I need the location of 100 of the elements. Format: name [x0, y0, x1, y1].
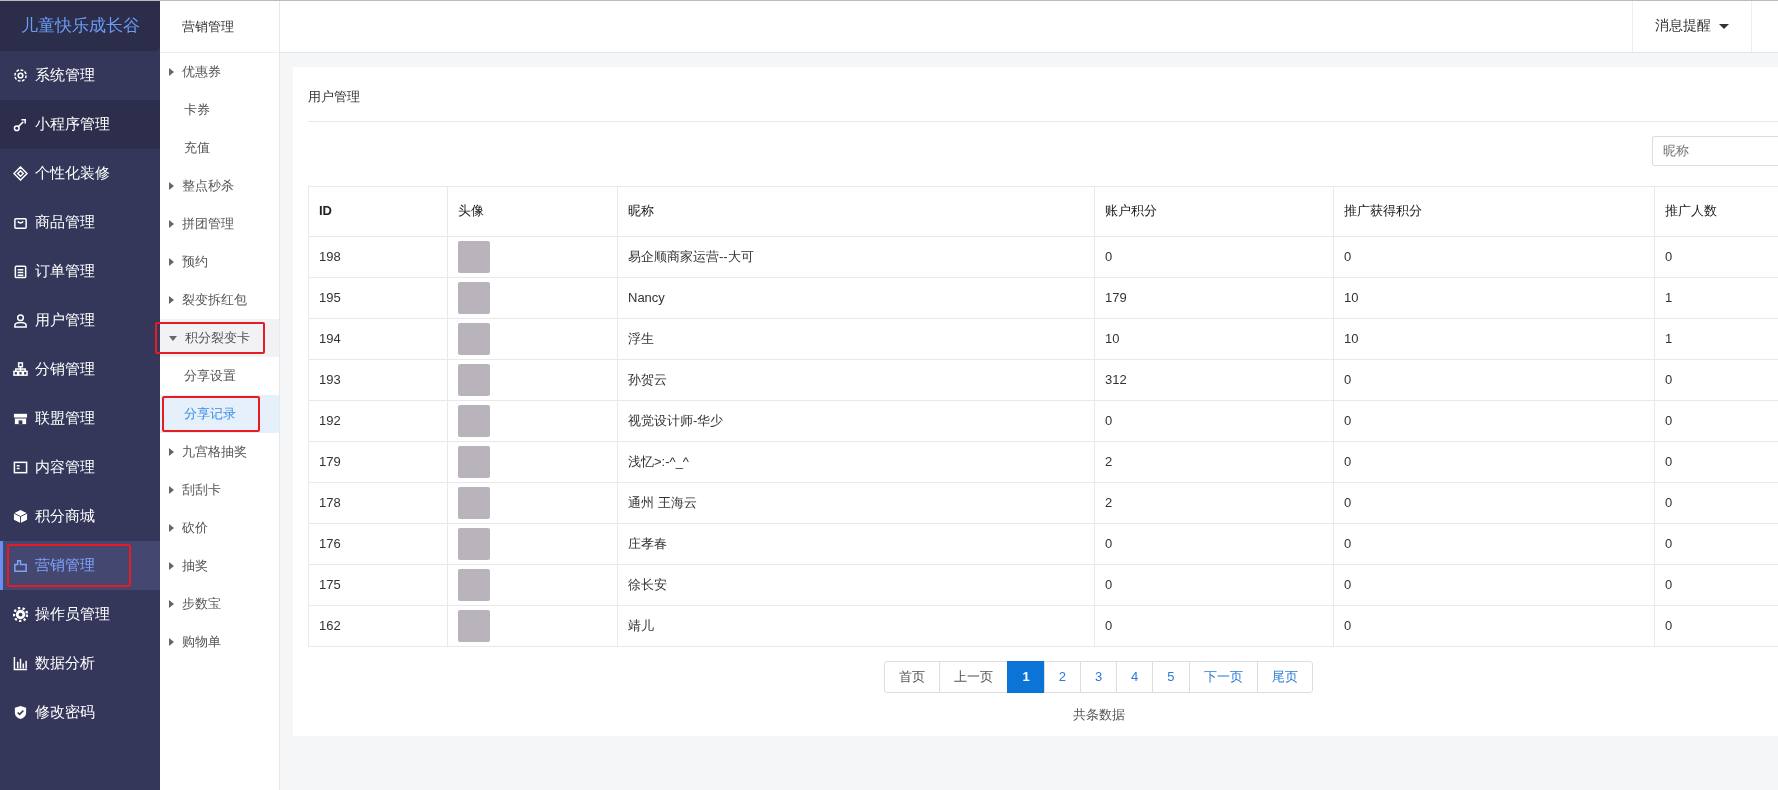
bag-icon	[13, 215, 28, 230]
caret-icon	[169, 562, 174, 570]
search-field[interactable]: 昵称	[1652, 135, 1778, 166]
subnav-title: 营销管理	[160, 1, 279, 53]
subnav-item[interactable]: 卡券	[160, 91, 279, 129]
subnav-item[interactable]: 刮刮卡	[160, 471, 279, 509]
sidebar-item[interactable]: 订单管理	[0, 247, 160, 296]
sidebar-item[interactable]: 联盟管理	[0, 394, 160, 443]
person-icon	[13, 313, 28, 328]
table-cell: 2	[1094, 482, 1334, 523]
table-cell: 0	[1333, 523, 1655, 564]
table-cell: 0	[1333, 359, 1655, 400]
caret-icon	[169, 296, 174, 304]
column-header: 头像	[447, 186, 618, 236]
caret-icon	[169, 220, 174, 228]
avatar-placeholder	[458, 527, 490, 560]
page-link[interactable]: 下一页	[1188, 660, 1258, 693]
subnav-item[interactable]: 充值	[160, 129, 279, 167]
table-cell: 徐长安	[617, 564, 1095, 605]
store-icon	[13, 411, 28, 426]
table-cell: 0	[1333, 236, 1655, 277]
page-link[interactable]: 2	[1043, 660, 1081, 693]
avatar-placeholder	[458, 363, 490, 396]
table-cell: 10	[1094, 318, 1334, 359]
table-cell: 194	[308, 318, 448, 359]
table-cell: 0	[1333, 400, 1655, 441]
table-cell: 靖儿	[617, 605, 1095, 646]
table-cell: 浅忆>:-^_^	[617, 441, 1095, 482]
subnav-item[interactable]: 抽奖	[160, 547, 279, 585]
page-link[interactable]: 4	[1116, 660, 1154, 693]
subnav-item[interactable]: 砍价	[160, 509, 279, 547]
page-link[interactable]: 3	[1079, 660, 1118, 693]
link-icon	[13, 117, 28, 132]
avatar-placeholder	[458, 609, 490, 642]
sidebar-item[interactable]: 分销管理	[0, 345, 160, 394]
page-link[interactable]: 尾页	[1256, 660, 1313, 693]
table-cell: 0	[1094, 523, 1334, 564]
caret-icon	[169, 600, 174, 608]
page-link[interactable]: 5	[1152, 660, 1190, 693]
page-link[interactable]: 1	[1007, 660, 1045, 693]
subnav-item[interactable]: 拼团管理	[160, 205, 279, 243]
subnav-item[interactable]: 购物单	[160, 623, 279, 661]
caret-icon	[169, 68, 174, 76]
panel-icon	[13, 460, 28, 475]
table-cell: 0	[1094, 236, 1334, 277]
sidebar-item[interactable]: 操作员管理	[0, 590, 160, 639]
table-cell: 178	[308, 482, 448, 523]
table-cell: 2	[1094, 441, 1334, 482]
caret-icon	[169, 335, 177, 341]
subnav-item[interactable]: 步数宝	[160, 585, 279, 623]
subnav-item[interactable]: 九宫格抽奖	[160, 433, 279, 471]
sidebar-item[interactable]: 营销管理	[0, 541, 160, 590]
table-cell: 易企顺商家运营--大可	[617, 236, 1095, 277]
shield-icon	[13, 705, 28, 720]
subnav-item[interactable]: 预约	[160, 243, 279, 281]
subnav-item[interactable]: 优惠券	[160, 53, 279, 91]
avatar-placeholder	[458, 445, 490, 478]
table-cell: 179	[308, 441, 448, 482]
sidebar-item[interactable]: 积分商城	[0, 492, 160, 541]
table-cell: Nancy	[617, 277, 1095, 318]
subnav-item[interactable]: 分享设置	[160, 357, 279, 395]
avatar-placeholder	[458, 568, 490, 601]
sidebar-item[interactable]: 商品管理	[0, 198, 160, 247]
table-cell: 孙贺云	[617, 359, 1095, 400]
record-count-text: 共条数据	[1072, 705, 1126, 724]
table-cell: 193	[308, 359, 448, 400]
gear-icon	[13, 607, 28, 622]
caret-icon	[169, 486, 174, 494]
column-header: 推广获得积分	[1333, 186, 1655, 236]
subnav-item[interactable]: 整点秒杀	[160, 167, 279, 205]
caret-icon	[169, 638, 174, 646]
panel-title: 用户管理	[308, 67, 1778, 122]
notifications-dropdown[interactable]: 消息提醒	[1632, 1, 1752, 52]
table-cell: 10	[1333, 318, 1655, 359]
table-cell: 176	[308, 523, 448, 564]
sidebar-item[interactable]: 内容管理	[0, 443, 160, 492]
diamond-icon	[13, 166, 28, 181]
caret-icon	[1719, 24, 1729, 29]
table-cell: 0	[1333, 564, 1655, 605]
calendar-icon	[13, 264, 28, 279]
app-logo-text: 儿童快乐成长谷	[0, 1, 160, 51]
table-cell: 浮生	[617, 318, 1095, 359]
sidebar-item[interactable]: 小程序管理	[0, 100, 160, 149]
table-cell: 0	[1094, 605, 1334, 646]
sidebar-item[interactable]: 用户管理	[0, 296, 160, 345]
hierarchy-icon	[13, 362, 28, 377]
subnav-item[interactable]: 裂变拆红包	[160, 281, 279, 319]
table-cell: 0	[1333, 482, 1655, 523]
column-header: 昵称	[617, 186, 1095, 236]
sidebar-item[interactable]: 系统管理	[0, 51, 160, 100]
caret-icon	[169, 258, 174, 266]
gear-icon	[13, 68, 28, 83]
table-cell: 0	[1333, 441, 1655, 482]
caret-icon	[169, 524, 174, 532]
table-cell: 庄孝春	[617, 523, 1095, 564]
sidebar-item[interactable]: 数据分析	[0, 639, 160, 688]
sidebar-item[interactable]: 个性化装修	[0, 149, 160, 198]
sidebar-item[interactable]: 修改密码	[0, 688, 160, 737]
table-cell: 192	[308, 400, 448, 441]
table-cell: 162	[308, 605, 448, 646]
